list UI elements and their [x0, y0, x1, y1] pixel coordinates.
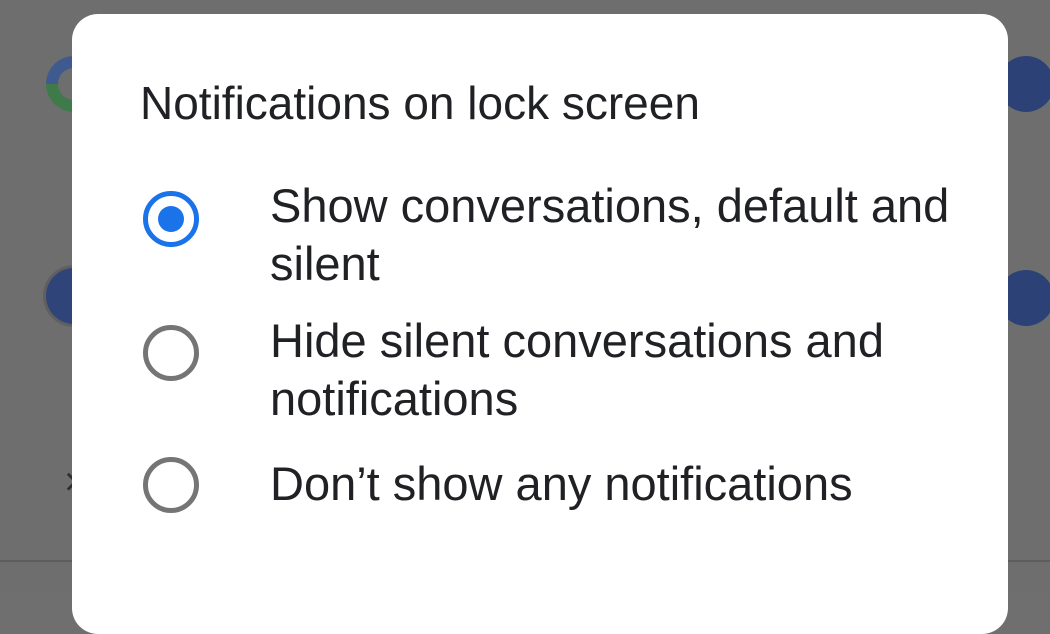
radio-button[interactable]	[143, 457, 199, 513]
radio-button[interactable]	[143, 325, 199, 381]
option-label: Hide silent conversations and notificati…	[270, 314, 884, 425]
option-show-conversations-default-and-silent[interactable]: Show conversations, default and silent	[72, 170, 1008, 296]
dialog-title: Notifications on lock screen	[140, 77, 700, 129]
lock-screen-notifications-dialog: Notifications on lock screen Show conver…	[72, 14, 1008, 634]
option-label: Don’t show any notifications	[270, 457, 853, 510]
radio-button-selected[interactable]	[143, 191, 199, 247]
option-dont-show-notifications[interactable]: Don’t show any notifications	[72, 434, 1008, 538]
option-hide-silent-conversations[interactable]: Hide silent conversations and notificati…	[72, 302, 1008, 428]
option-label: Show conversations, default and silent	[270, 179, 950, 290]
